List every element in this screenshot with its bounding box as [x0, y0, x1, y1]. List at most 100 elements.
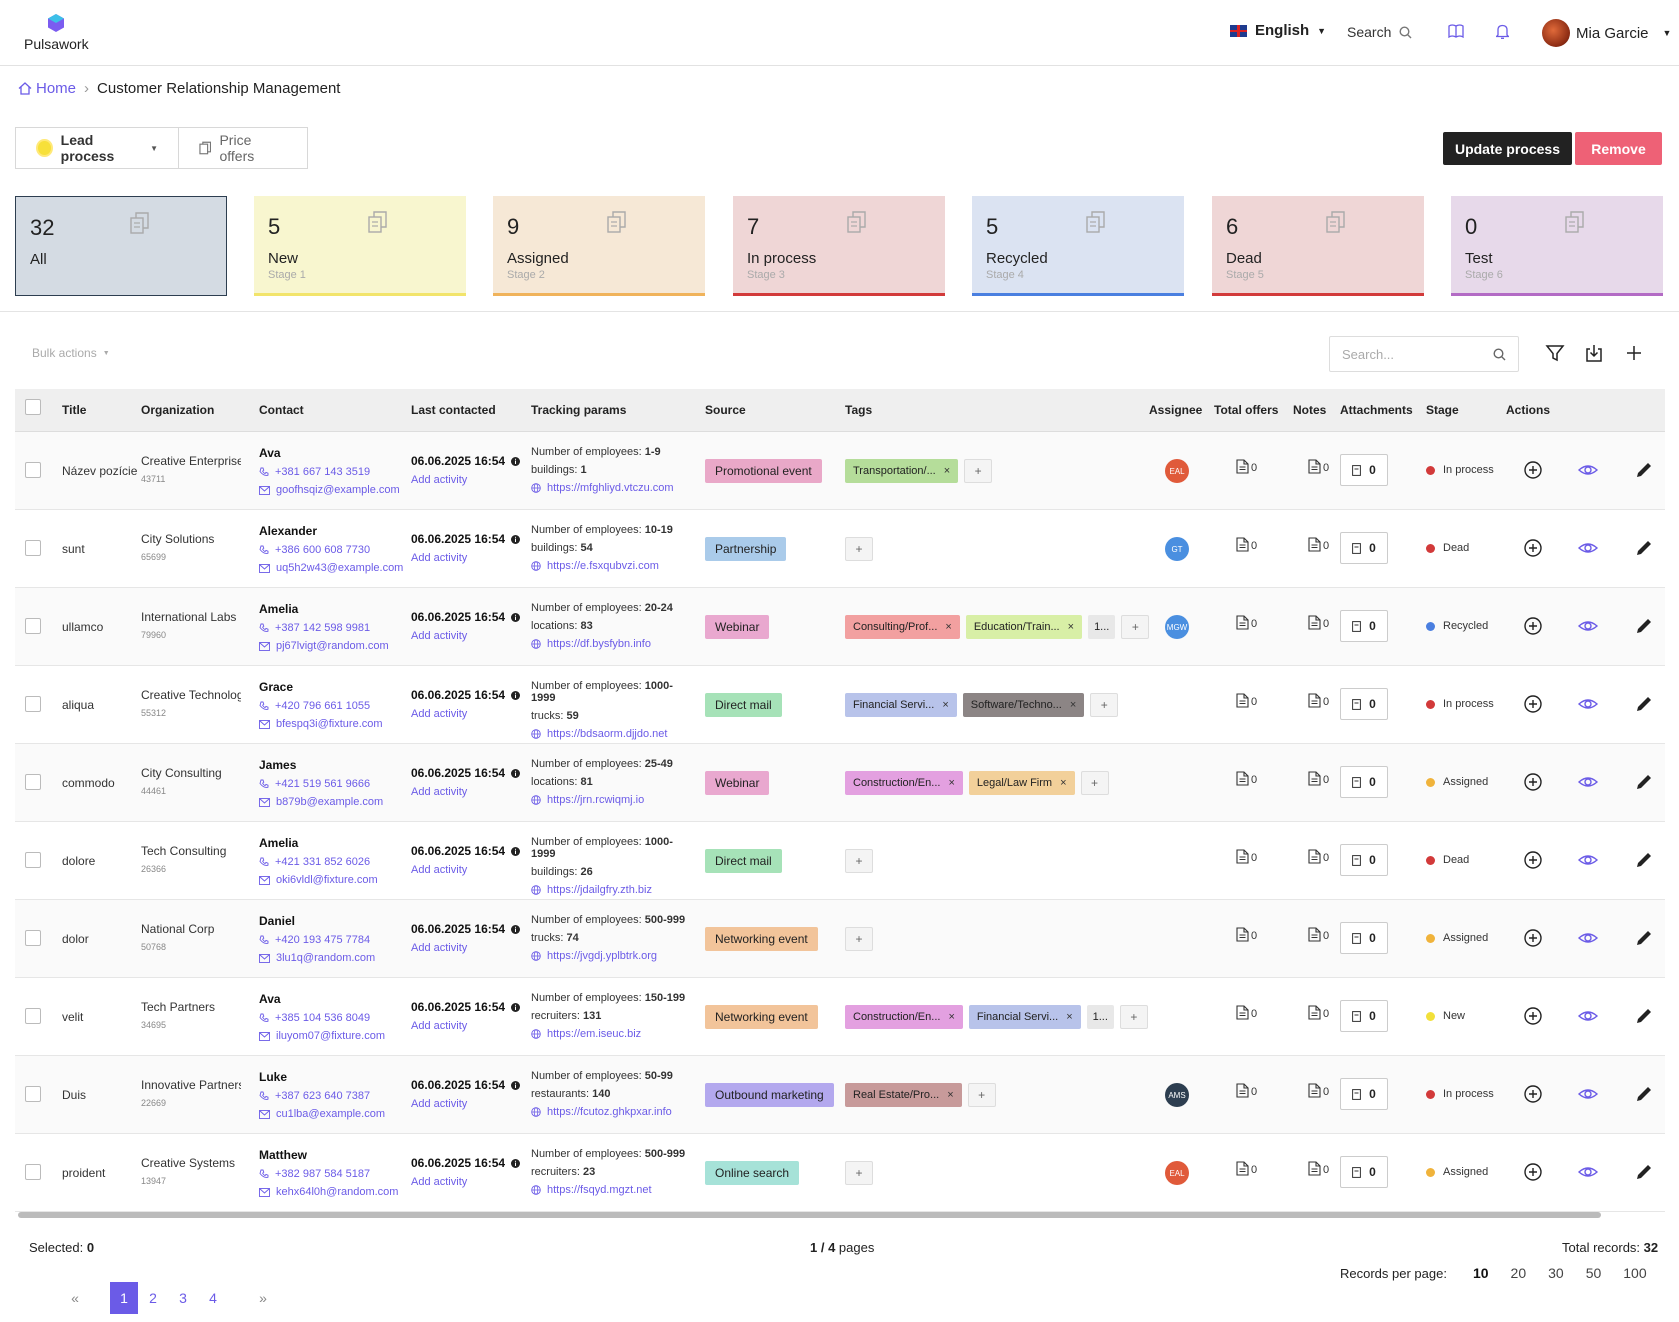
add-activity-icon[interactable] — [1523, 1084, 1543, 1104]
add-activity-link[interactable]: Add activity — [411, 942, 520, 954]
logo[interactable]: Pulsawork — [24, 14, 89, 52]
info-icon[interactable] — [511, 768, 521, 778]
download-icon[interactable] — [1584, 343, 1604, 363]
offers-count[interactable]: 0 — [1236, 693, 1257, 708]
assignee-avatar[interactable]: MGW — [1165, 615, 1189, 639]
add-tag-button[interactable]: + — [845, 537, 873, 561]
book-icon[interactable] — [1448, 24, 1464, 38]
row-checkbox[interactable] — [25, 1008, 41, 1024]
row-checkbox[interactable] — [25, 774, 41, 790]
info-icon[interactable] — [511, 690, 521, 700]
attachments-button[interactable]: 0 — [1340, 1000, 1388, 1032]
assignee-avatar[interactable]: GT — [1165, 537, 1189, 561]
add-activity-link[interactable]: Add activity — [411, 630, 520, 642]
stage-card-assigned[interactable]: 9 Assigned Stage 2 — [493, 196, 705, 296]
add-activity-icon[interactable] — [1523, 772, 1543, 792]
contact-email[interactable]: kehx64l0h@random.com — [259, 1186, 409, 1198]
tag-chip[interactable]: Financial Servi... × — [968, 1005, 1081, 1029]
column-header-organization[interactable]: Organization — [141, 403, 214, 417]
stage-card-recycled[interactable]: 5 Recycled Stage 4 — [972, 196, 1184, 296]
add-activity-link[interactable]: Add activity — [411, 474, 520, 486]
add-tag-button[interactable]: + — [1080, 771, 1109, 795]
attachments-button[interactable]: 0 — [1340, 844, 1388, 876]
remove-tag-icon[interactable]: × — [942, 699, 948, 711]
contact-email[interactable]: pj67lvigt@random.com — [259, 640, 409, 652]
tracking-url[interactable]: https://em.iseuc.biz — [531, 1028, 696, 1040]
add-activity-link[interactable]: Add activity — [411, 1176, 520, 1188]
row-checkbox[interactable] — [25, 930, 41, 946]
info-icon[interactable] — [511, 1002, 521, 1012]
attachments-button[interactable]: 0 — [1340, 922, 1388, 954]
select-all-checkbox[interactable] — [25, 399, 41, 415]
offers-count[interactable]: 0 — [1236, 927, 1257, 942]
stage-card-all[interactable]: 32 All — [15, 196, 227, 296]
more-tags[interactable]: 1... — [1086, 1005, 1114, 1029]
tracking-url[interactable]: https://jrn.rcwiqmj.io — [531, 794, 696, 806]
contact-phone[interactable]: +381 667 143 3519 — [259, 466, 409, 478]
info-icon[interactable] — [511, 1080, 521, 1090]
filter-icon[interactable] — [1545, 343, 1565, 363]
edit-icon[interactable] — [1634, 850, 1654, 870]
breadcrumb-home[interactable]: Home — [18, 80, 76, 97]
view-icon[interactable] — [1577, 538, 1599, 558]
column-header-stage[interactable]: Stage — [1426, 403, 1459, 417]
row-checkbox[interactable] — [25, 696, 41, 712]
offers-count[interactable]: 0 — [1236, 1005, 1257, 1020]
contact-phone[interactable]: +420 193 475 7784 — [259, 934, 409, 946]
edit-icon[interactable] — [1634, 694, 1654, 714]
user-menu[interactable]: Mia Garcie ▼ — [1542, 19, 1671, 47]
assignee-avatar[interactable]: EAL — [1165, 1161, 1189, 1185]
column-header-source[interactable]: Source — [705, 403, 746, 417]
view-icon[interactable] — [1577, 1006, 1599, 1026]
add-activity-link[interactable]: Add activity — [411, 1020, 520, 1032]
remove-tag-icon[interactable]: × — [944, 465, 950, 477]
page-4[interactable]: 4 — [198, 1282, 228, 1314]
table-row[interactable]: proident Creative Systems 13947 Matthew +382… — [15, 1134, 1665, 1212]
column-header-assignee[interactable]: Assignee — [1149, 403, 1202, 417]
bell-icon[interactable] — [1496, 24, 1509, 39]
add-activity-icon[interactable] — [1523, 694, 1543, 714]
assignee-avatar[interactable]: EAL — [1165, 459, 1189, 483]
offers-count[interactable]: 0 — [1236, 849, 1257, 864]
price-offers-tab[interactable]: Price offers — [179, 128, 307, 168]
contact-email[interactable]: cu1lba@example.com — [259, 1108, 409, 1120]
view-icon[interactable] — [1577, 772, 1599, 792]
contact-phone[interactable]: +382 987 584 5187 — [259, 1168, 409, 1180]
edit-icon[interactable] — [1634, 538, 1654, 558]
add-tag-button[interactable]: + — [845, 849, 873, 873]
stage-card-test[interactable]: 0 Test Stage 6 — [1451, 196, 1663, 296]
notes-count[interactable]: 0 — [1308, 615, 1329, 630]
lead-process-dropdown[interactable]: Lead process ▼ — [16, 128, 180, 168]
global-search[interactable]: Search — [1347, 24, 1412, 40]
add-tag-button[interactable]: + — [1121, 615, 1150, 639]
attachments-button[interactable]: 0 — [1340, 688, 1388, 720]
add-activity-link[interactable]: Add activity — [411, 1098, 520, 1110]
tag-chip[interactable]: Real Estate/Pro... × — [845, 1083, 962, 1107]
view-icon[interactable] — [1577, 928, 1599, 948]
notes-count[interactable]: 0 — [1308, 1083, 1329, 1098]
page-3[interactable]: 3 — [168, 1282, 198, 1314]
language-selector[interactable]: English ▼ — [1230, 22, 1326, 39]
attachments-button[interactable]: 0 — [1340, 1156, 1388, 1188]
add-activity-link[interactable]: Add activity — [411, 708, 520, 720]
row-checkbox[interactable] — [25, 1164, 41, 1180]
table-row[interactable]: ullamco International Labs 79960 Amelia +387… — [15, 588, 1665, 666]
info-icon[interactable] — [511, 456, 521, 466]
attachments-button[interactable]: 0 — [1340, 532, 1388, 564]
contact-phone[interactable]: +385 104 536 8049 — [259, 1012, 409, 1024]
horizontal-scrollbar[interactable] — [18, 1212, 1601, 1218]
contact-email[interactable]: 3lu1q@random.com — [259, 952, 409, 964]
offers-count[interactable]: 0 — [1236, 1083, 1257, 1098]
contact-email[interactable]: goofhsqiz@example.com — [259, 484, 409, 496]
attachments-button[interactable]: 0 — [1340, 1078, 1388, 1110]
table-row[interactable]: dolore Tech Consulting 26366 Amelia +421 331… — [15, 822, 1665, 900]
column-header-tracking-params[interactable]: Tracking params — [531, 403, 626, 417]
rpp-option-50[interactable]: 50 — [1586, 1265, 1602, 1281]
edit-icon[interactable] — [1634, 616, 1654, 636]
offers-count[interactable]: 0 — [1236, 459, 1257, 474]
contact-phone[interactable]: +387 142 598 9981 — [259, 622, 409, 634]
tag-chip[interactable]: Legal/Law Firm × — [968, 771, 1075, 795]
add-activity-icon[interactable] — [1523, 538, 1543, 558]
edit-icon[interactable] — [1634, 928, 1654, 948]
add-activity-link[interactable]: Add activity — [411, 552, 520, 564]
